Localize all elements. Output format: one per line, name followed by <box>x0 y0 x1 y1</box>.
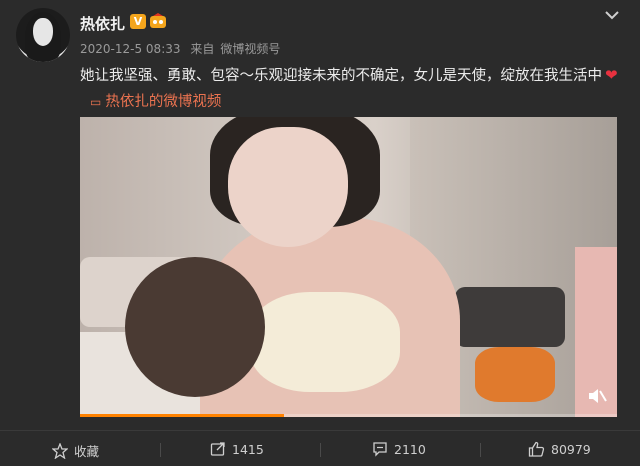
source-name[interactable]: 微博视频号 <box>220 42 280 56</box>
verified-badge[interactable]: V <box>130 14 146 29</box>
comment-count: 2110 <box>394 441 426 457</box>
repost-icon <box>210 442 225 456</box>
favorite-button[interactable]: 收藏 <box>52 441 99 460</box>
video-player[interactable] <box>80 117 617 417</box>
action-bar: 收藏 1415 2110 80979 <box>0 430 640 466</box>
username[interactable]: 热依扎 <box>80 13 125 34</box>
video-progress-fill <box>80 414 285 417</box>
mute-icon[interactable] <box>587 387 607 405</box>
post-text: 她让我坚强、勇敢、包容～乐观迎接未来的不确定，女儿是天使，绽放在我生活中 ❤ ▭ 热依… <box>80 62 625 115</box>
post-body: 她让我坚强、勇敢、包容～乐观迎接未来的不确定，女儿是天使，绽放在我生活中 <box>80 68 602 84</box>
star-icon <box>52 442 68 459</box>
like-count: 80979 <box>551 441 591 457</box>
video-link-icon: ▭ <box>90 95 102 109</box>
repost-count: 1415 <box>232 441 264 457</box>
comment-icon <box>373 442 387 457</box>
post-meta: 2020-12-5 08:33 来自 微博视频号 <box>80 40 286 57</box>
favorite-label: 收藏 <box>74 444 100 459</box>
video-link[interactable]: ▭ 热依扎的微博视频 <box>80 94 221 110</box>
timestamp[interactable]: 2020-12-5 08:33 <box>80 42 181 56</box>
video-link-label: 热依扎的微博视频 <box>105 94 222 110</box>
comment-button[interactable]: 2110 <box>372 441 426 457</box>
chevron-down-icon[interactable] <box>604 10 620 20</box>
like-button[interactable]: 80979 <box>528 441 591 457</box>
like-icon <box>528 441 545 457</box>
member-crown-icon[interactable] <box>149 13 167 29</box>
heart-emoji: ❤ <box>605 66 618 84</box>
repost-button[interactable]: 1415 <box>210 441 264 457</box>
avatar[interactable] <box>16 8 70 62</box>
source-prefix: 来自 <box>190 42 215 56</box>
